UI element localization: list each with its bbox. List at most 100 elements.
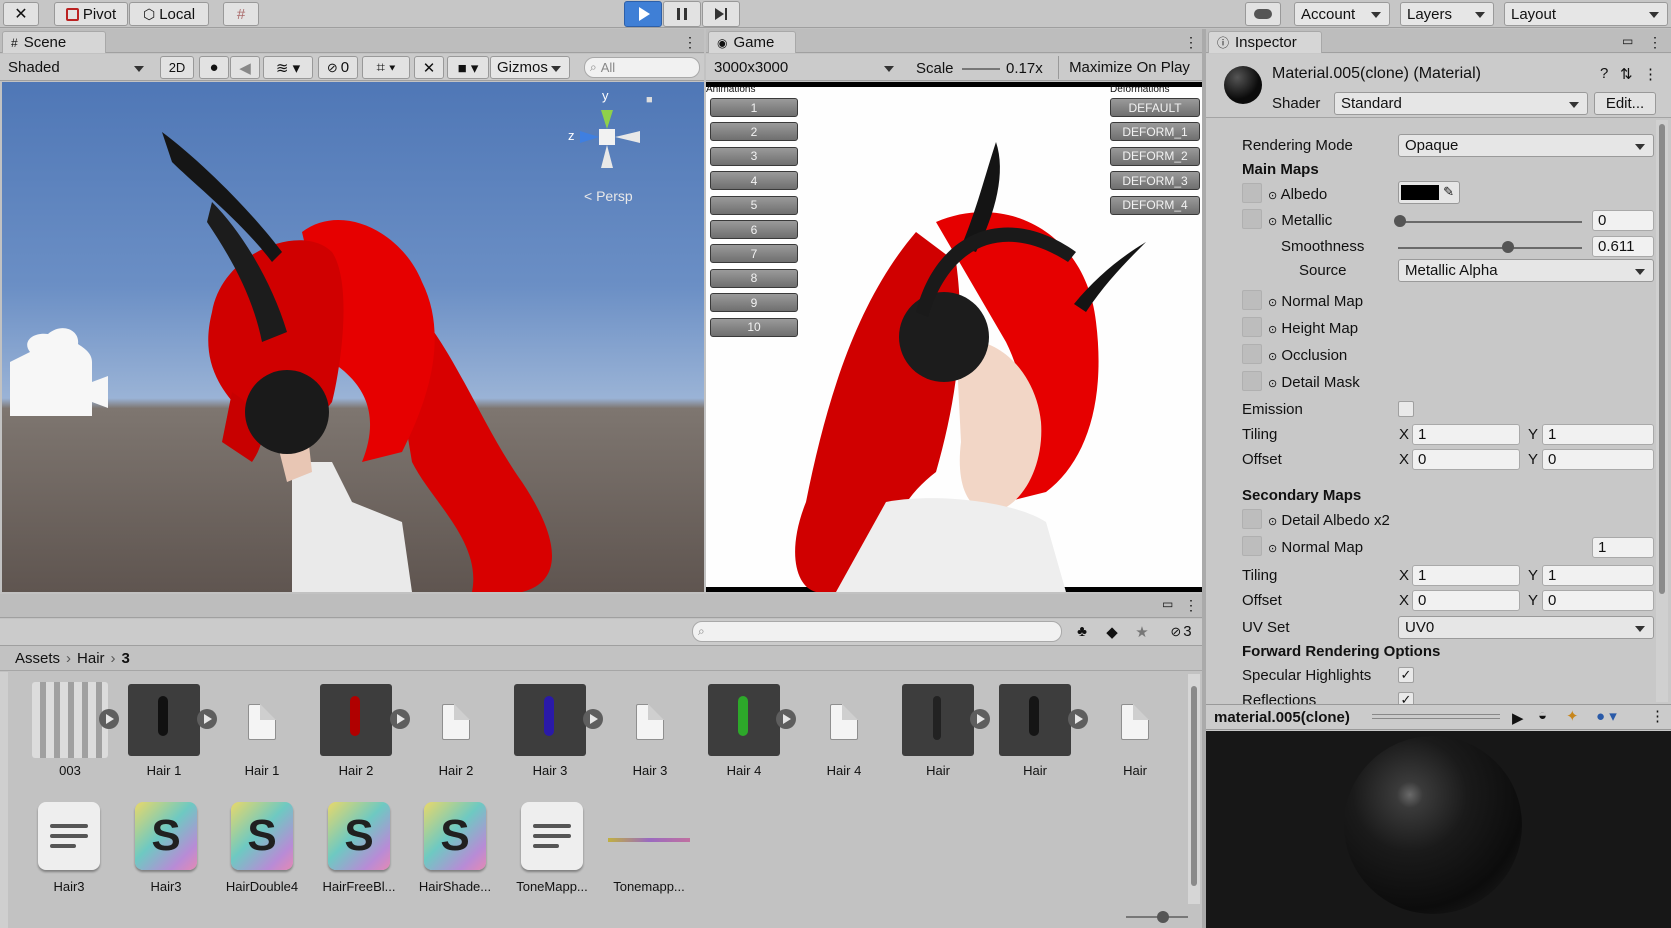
asset-thumb-hair-prefab[interactable] bbox=[902, 684, 974, 756]
metallic-texture-slot[interactable] bbox=[1242, 209, 1262, 229]
lighting-toggle[interactable]: ● bbox=[199, 56, 229, 79]
camera-dropdown[interactable]: ■ ▾ bbox=[447, 56, 489, 79]
tools-button[interactable]: ✕ bbox=[3, 2, 39, 26]
asset-thumb-texture[interactable] bbox=[32, 682, 108, 758]
breadcrumb-assets[interactable]: Assets bbox=[15, 650, 60, 667]
scale-slider[interactable] bbox=[962, 68, 1000, 70]
shader-icon[interactable]: S bbox=[424, 802, 486, 870]
gizmos-dropdown[interactable]: Gizmos bbox=[490, 56, 570, 79]
layout-dropdown[interactable]: Layout bbox=[1504, 2, 1668, 26]
tab-scene[interactable]: # Scene bbox=[2, 31, 106, 53]
deformation-button-deform_1[interactable]: DEFORM_1 bbox=[1110, 122, 1200, 142]
tools-toggle[interactable]: ✕ bbox=[414, 56, 444, 79]
file-icon[interactable] bbox=[248, 704, 276, 740]
tab-inspector[interactable]: ⓘ Inspector bbox=[1208, 31, 1322, 53]
asset-thumb-hair-prefab[interactable] bbox=[320, 684, 392, 756]
file-icon[interactable] bbox=[1121, 704, 1149, 740]
pivot-button[interactable]: Pivot bbox=[54, 2, 128, 26]
detail-albedo-slot[interactable] bbox=[1242, 509, 1262, 529]
grid-toggle[interactable]: ⌗ ▾ bbox=[362, 56, 410, 79]
expand-icon[interactable] bbox=[99, 709, 119, 729]
animation-button-4[interactable]: 4 bbox=[710, 171, 798, 191]
presets-icon[interactable]: ⇅ bbox=[1620, 65, 1633, 83]
grid-snap-button[interactable]: # bbox=[223, 2, 259, 26]
shading-mode-dropdown[interactable]: Shaded bbox=[2, 56, 152, 79]
maximize-on-play-toggle[interactable]: Maximize On Play bbox=[1058, 56, 1200, 79]
height-map-slot[interactable] bbox=[1242, 317, 1262, 337]
hidden-objects-toggle[interactable]: ⊘ 0 bbox=[318, 56, 358, 79]
breadcrumb-hair[interactable]: Hair bbox=[77, 650, 105, 667]
animation-button-5[interactable]: 5 bbox=[710, 195, 798, 215]
play-button[interactable] bbox=[624, 1, 662, 27]
account-dropdown[interactable]: Account bbox=[1294, 2, 1390, 26]
project-search-input[interactable]: ⌕ bbox=[692, 621, 1062, 642]
preview-light-icon[interactable]: ✦ bbox=[1566, 707, 1579, 725]
normal-map-slot[interactable] bbox=[1242, 290, 1262, 310]
gradient-texture-icon[interactable] bbox=[608, 838, 690, 842]
expand-icon[interactable] bbox=[1068, 709, 1088, 729]
deformation-button-deform_2[interactable]: DEFORM_2 bbox=[1110, 146, 1200, 166]
offset-x-field[interactable]: 0 bbox=[1412, 449, 1520, 470]
asset-thumb-hair-prefab[interactable] bbox=[999, 684, 1071, 756]
animation-button-1[interactable]: 1 bbox=[710, 98, 798, 117]
shader-dropdown[interactable]: Standard bbox=[1334, 92, 1588, 115]
local-button[interactable]: ⬡ Local bbox=[129, 2, 209, 26]
smoothness-slider-track[interactable] bbox=[1398, 247, 1582, 249]
layers-dropdown[interactable]: Layers bbox=[1400, 2, 1494, 26]
smoothness-field[interactable]: 0.611 bbox=[1592, 236, 1654, 257]
material-preview[interactable] bbox=[1206, 731, 1671, 928]
scene-search-input[interactable]: ⌕ All bbox=[584, 57, 700, 78]
animation-button-7[interactable]: 7 bbox=[710, 244, 798, 264]
2d-toggle[interactable]: 2D bbox=[160, 56, 194, 79]
file-icon[interactable] bbox=[830, 704, 858, 740]
breadcrumb-current[interactable]: 3 bbox=[122, 650, 130, 667]
eyedropper-icon[interactable]: ✎ bbox=[1443, 184, 1454, 200]
tab-game[interactable]: ◉ Game bbox=[708, 31, 796, 53]
material-menu-icon[interactable]: ⋮ bbox=[1643, 65, 1658, 83]
metallic-slider-track[interactable] bbox=[1398, 221, 1582, 223]
tiling-y-field[interactable]: 1 bbox=[1542, 424, 1654, 445]
detail-normal-map-slot[interactable] bbox=[1242, 536, 1262, 556]
project-hidden-toggle[interactable]: ⊘ 3 bbox=[1160, 620, 1202, 643]
game-viewport[interactable]: Animations Deformations 1 2 3 4 5 6 7 8 9 10 DEFA… bbox=[706, 82, 1202, 592]
deformation-button-deform_3[interactable]: DEFORM_3 bbox=[1110, 171, 1200, 191]
offset-y-field[interactable]: 0 bbox=[1542, 449, 1654, 470]
detail-mask-slot[interactable] bbox=[1242, 371, 1262, 391]
inspector-menu-icon[interactable]: ⋮ bbox=[1648, 34, 1662, 51]
filter-type-button[interactable]: ♣ bbox=[1068, 620, 1096, 643]
shader-icon[interactable]: S bbox=[328, 802, 390, 870]
resolution-dropdown[interactable]: 3000x3000 bbox=[708, 56, 902, 79]
persp-label[interactable]: < Persp bbox=[584, 188, 633, 204]
smoothness-slider-knob[interactable] bbox=[1502, 241, 1514, 253]
preview-play-icon[interactable]: ▶ bbox=[1512, 709, 1524, 727]
shader-icon[interactable]: S bbox=[135, 802, 197, 870]
deformation-button-deform_4[interactable]: DEFORM_4 bbox=[1110, 195, 1200, 215]
offset2-x-field[interactable]: 0 bbox=[1412, 590, 1520, 611]
source-dropdown[interactable]: Metallic Alpha bbox=[1398, 259, 1654, 282]
left-scrollbar[interactable] bbox=[0, 672, 8, 928]
cloud-button[interactable] bbox=[1245, 2, 1281, 26]
favorites-button[interactable]: ★ bbox=[1128, 620, 1156, 643]
preview-sphere-icon[interactable]: ◒ bbox=[1538, 707, 1547, 724]
step-button[interactable] bbox=[702, 1, 740, 27]
emission-checkbox[interactable] bbox=[1398, 401, 1414, 417]
expand-icon[interactable] bbox=[776, 709, 796, 729]
inspector-scrollbar[interactable] bbox=[1656, 120, 1668, 702]
metallic-slider-knob[interactable] bbox=[1394, 215, 1406, 227]
asset-thumb-hair-prefab[interactable] bbox=[514, 684, 586, 756]
asset-thumb-hair-prefab[interactable] bbox=[128, 684, 200, 756]
filter-label-button[interactable]: ◆ bbox=[1098, 620, 1126, 643]
offset2-y-field[interactable]: 0 bbox=[1542, 590, 1654, 611]
asset-thumb-hair-prefab[interactable] bbox=[708, 684, 780, 756]
preview-drag-handle[interactable] bbox=[1372, 714, 1500, 719]
specular-highlights-checkbox[interactable]: ✓ bbox=[1398, 667, 1414, 683]
detail-normal-scale-field[interactable]: 1 bbox=[1592, 537, 1654, 558]
rendering-mode-dropdown[interactable]: Opaque bbox=[1398, 134, 1654, 157]
animation-button-10[interactable]: 10 bbox=[710, 317, 798, 337]
uv-set-dropdown[interactable]: UV0 bbox=[1398, 616, 1654, 639]
audio-toggle[interactable]: ◀ bbox=[230, 56, 260, 79]
text-file-icon[interactable] bbox=[521, 802, 583, 870]
file-icon[interactable] bbox=[636, 704, 664, 740]
metallic-field[interactable]: 0 bbox=[1592, 210, 1654, 231]
icon-size-slider-knob[interactable] bbox=[1157, 911, 1169, 923]
